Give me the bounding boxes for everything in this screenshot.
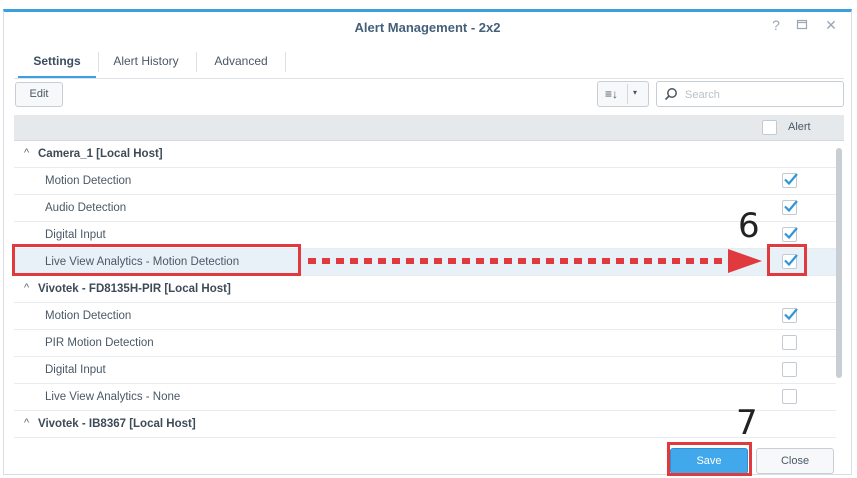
- sort-button[interactable]: ≡↓ ▾: [597, 81, 649, 107]
- list-item: Audio Detection: [14, 195, 836, 222]
- alert-checkbox[interactable]: [782, 335, 797, 350]
- item-label: Live View Analytics - None: [45, 391, 181, 403]
- alert-checkbox[interactable]: [782, 389, 797, 404]
- group-label: Vivotek - FD8135H-PIR [Local Host]: [38, 283, 231, 295]
- sort-icon: ≡↓: [605, 87, 619, 101]
- annotation-step-7: 7: [736, 403, 758, 443]
- table-header: Alert: [14, 115, 844, 141]
- annotation-step-6: 6: [738, 206, 760, 246]
- tab-alert-history[interactable]: Alert History: [100, 44, 192, 78]
- group-label: Camera_1 [Local Host]: [38, 148, 163, 160]
- item-label: Digital Input: [45, 364, 106, 376]
- chevron-up-icon[interactable]: ^: [24, 282, 29, 294]
- sort-divider: [627, 84, 628, 104]
- list-item: PIR Motion Detection: [14, 330, 836, 357]
- chevron-up-icon[interactable]: ^: [24, 147, 29, 159]
- chevron-down-icon: ▾: [633, 88, 638, 97]
- window-title: Alert Management - 2x2: [354, 20, 501, 35]
- item-label: Motion Detection: [45, 310, 132, 322]
- title-bar: Alert Management - 2x2 ? ✕: [4, 12, 851, 44]
- alert-checkbox[interactable]: [782, 200, 798, 215]
- annotation-arrow: [308, 249, 762, 273]
- search-icon: [664, 88, 677, 101]
- alert-checkbox[interactable]: [782, 362, 797, 377]
- group-label: Vivotek - IB8367 [Local Host]: [38, 418, 196, 430]
- alert-list: Alert ^ Camera_1 [Local Host] Motion Det…: [14, 115, 844, 448]
- item-label: Digital Input: [45, 229, 106, 241]
- tabs-divider: [14, 78, 844, 79]
- list-item: Motion Detection: [14, 303, 836, 330]
- search-input[interactable]: [683, 85, 837, 105]
- annotation-highlight-save: [667, 442, 752, 476]
- group-row-vivotek-ib8367[interactable]: ^ Vivotek - IB8367 [Local Host]: [14, 411, 836, 438]
- item-label: PIR Motion Detection: [45, 337, 154, 349]
- tab-divider: [196, 52, 197, 72]
- tab-settings[interactable]: Settings: [18, 44, 96, 78]
- group-row-vivotek-fd8135h[interactable]: ^ Vivotek - FD8135H-PIR [Local Host]: [14, 276, 836, 303]
- list-item: Motion Detection: [14, 168, 836, 195]
- tab-divider: [285, 52, 286, 72]
- edit-button[interactable]: Edit: [15, 82, 63, 107]
- alert-column-header: Alert: [788, 121, 811, 133]
- alert-checkbox[interactable]: [782, 227, 798, 242]
- item-label: Motion Detection: [45, 175, 132, 187]
- search-box[interactable]: [656, 81, 844, 107]
- maximize-icon[interactable]: [793, 17, 811, 33]
- alert-management-window: Alert Management - 2x2 ? ✕ Settings Aler…: [3, 9, 852, 475]
- annotation-highlight-row: [12, 244, 301, 276]
- list-scrollbar[interactable]: [836, 148, 842, 378]
- select-all-checkbox[interactable]: [762, 120, 777, 135]
- list-item: Digital Input: [14, 357, 836, 384]
- alert-checkbox[interactable]: [782, 308, 798, 323]
- group-row-camera-1[interactable]: ^ Camera_1 [Local Host]: [14, 141, 836, 168]
- close-icon[interactable]: ✕: [822, 17, 840, 34]
- tab-advanced[interactable]: Advanced: [198, 44, 284, 78]
- help-icon[interactable]: ?: [767, 17, 785, 33]
- close-button[interactable]: Close: [756, 448, 834, 474]
- chevron-up-icon[interactable]: ^: [24, 417, 29, 429]
- alert-checkbox[interactable]: [782, 173, 798, 188]
- list-item: Live View Analytics - None: [14, 384, 836, 411]
- annotation-highlight-checkbox: [767, 244, 807, 276]
- tab-divider: [98, 52, 99, 72]
- item-label: Audio Detection: [45, 202, 127, 214]
